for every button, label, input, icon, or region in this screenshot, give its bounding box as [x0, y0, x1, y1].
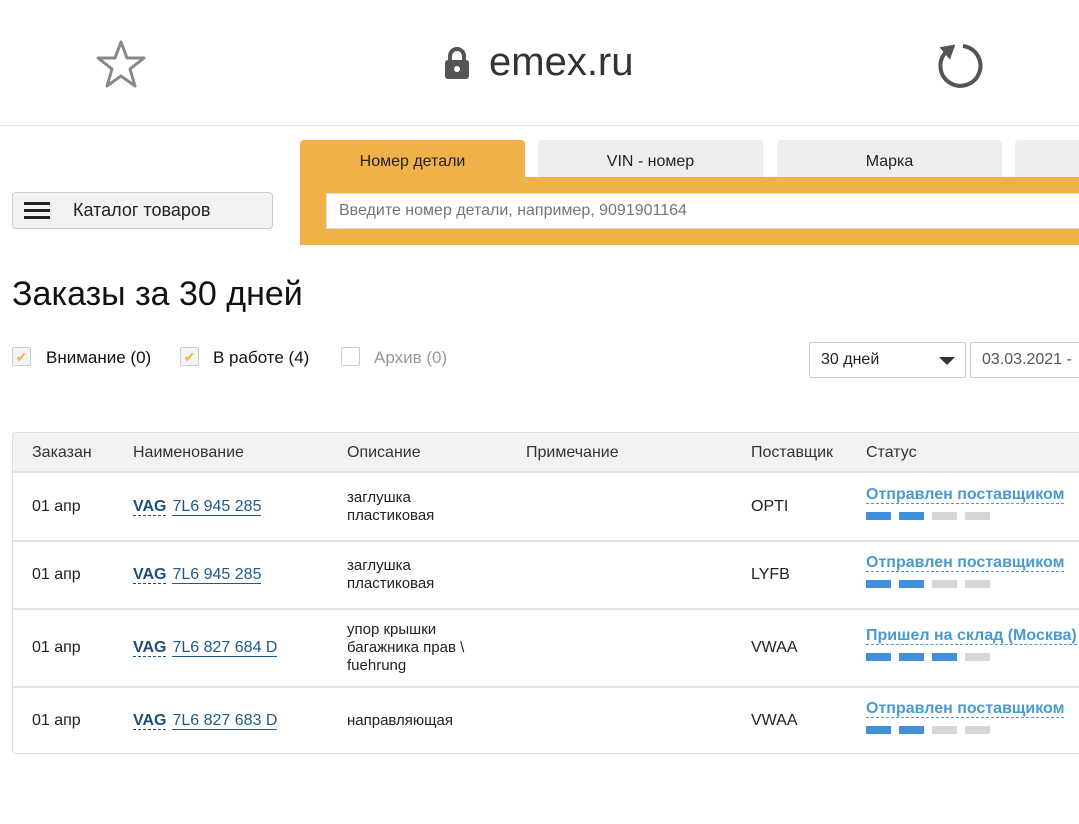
progress-step — [932, 653, 957, 661]
part-number-link[interactable]: 7L6 945 285 — [172, 497, 262, 516]
progress-step — [932, 580, 957, 588]
status-progress — [866, 580, 1064, 588]
order-date: 01 апр — [32, 497, 81, 515]
progress-step — [965, 726, 990, 734]
status-progress — [866, 511, 1064, 520]
header-description: Описание — [347, 444, 421, 461]
progress-step — [965, 653, 990, 661]
table-row: 01 апр VAG 7L6 945 285 заглушка пластиков… — [13, 471, 1079, 540]
status-link[interactable]: Отправлен поставщиком — [866, 700, 1065, 718]
order-date: 01 апр — [32, 639, 81, 656]
attention-checkbox[interactable]: ✔ — [12, 347, 31, 366]
part-number-link[interactable]: 7L6 827 683 D — [172, 712, 278, 730]
progress-step — [899, 726, 924, 734]
archive-label[interactable]: Архив (0) — [374, 348, 447, 368]
supplier: VWAA — [751, 639, 798, 656]
progress-step — [866, 511, 891, 520]
table-header: Заказан Наименование Описание Примечание… — [13, 433, 1079, 472]
progress-step — [899, 580, 924, 588]
table-row: 01 апр VAG 7L6 827 683 D направляющая VWA… — [13, 686, 1079, 753]
tab-vin[interactable]: VIN - номер — [538, 140, 763, 178]
status-link[interactable]: Отправлен поставщиком — [866, 554, 1065, 572]
tab-brand[interactable]: Марка — [777, 140, 1002, 178]
progress-step — [965, 580, 990, 588]
archive-checkbox[interactable] — [341, 347, 360, 366]
progress-step — [932, 511, 957, 520]
in-progress-label[interactable]: В работе (4) — [213, 348, 309, 368]
brand-link[interactable]: VAG — [133, 712, 167, 730]
header-supplier: Поставщик — [751, 444, 834, 461]
reload-icon[interactable] — [933, 38, 987, 92]
orders-table: Заказан Наименование Описание Примечание… — [12, 432, 1079, 754]
period-value: 30 дней — [821, 351, 880, 368]
attention-label[interactable]: Внимание (0) — [46, 348, 151, 368]
catalog-label: Каталог товаров — [73, 200, 211, 220]
status-link[interactable]: Отправлен поставщиком — [866, 485, 1065, 504]
lock-icon — [445, 47, 469, 79]
order-date: 01 апр — [32, 712, 81, 729]
page-title: Заказы за 30 дней — [12, 275, 303, 313]
description: направляющая — [347, 712, 453, 729]
header-note: Примечание — [526, 444, 619, 461]
header-name: Наименование — [133, 444, 244, 461]
menu-icon — [24, 202, 50, 220]
order-date: 01 апр — [32, 566, 81, 583]
progress-step — [899, 653, 924, 661]
catalog-button[interactable]: Каталог товаров — [12, 192, 273, 229]
status-progress — [866, 653, 1077, 661]
progress-step — [866, 580, 891, 588]
brand-link[interactable]: VAG — [133, 639, 167, 657]
date-range-input[interactable]: 03.03.2021 - — [970, 342, 1079, 378]
header-date: Заказан — [32, 444, 92, 461]
period-select[interactable]: 30 дней — [809, 342, 966, 378]
header-status: Статус — [866, 444, 917, 461]
tab-more[interactable] — [1015, 140, 1079, 178]
progress-step — [899, 511, 924, 520]
supplier: LYFB — [751, 566, 790, 583]
description: упор крышки багажника прав \ fuehrung — [347, 621, 465, 674]
supplier: VWAA — [751, 712, 798, 729]
supplier: OPTI — [751, 497, 789, 515]
progress-step — [965, 511, 990, 520]
table-row: 01 апр VAG 7L6 945 285 заглушка пластиков… — [13, 540, 1079, 608]
brand-link[interactable]: VAG — [133, 566, 167, 584]
star-icon[interactable] — [94, 38, 148, 92]
brand-link[interactable]: VAG — [133, 497, 167, 516]
description: заглушка пластиковая — [347, 488, 435, 524]
part-number-link[interactable]: 7L6 945 285 — [172, 566, 262, 584]
part-number-link[interactable]: 7L6 827 684 D — [172, 639, 278, 657]
browser-toolbar: emex.ru — [0, 0, 1079, 126]
status-link[interactable]: Пришел на склад (Москва) — [866, 627, 1077, 645]
tab-part-number[interactable]: Номер детали — [300, 140, 525, 178]
part-number-search-input[interactable] — [326, 193, 1079, 229]
url-text[interactable]: emex.ru — [489, 40, 634, 85]
chevron-down-icon — [939, 357, 955, 365]
progress-step — [866, 726, 891, 734]
in-progress-checkbox[interactable]: ✔ — [180, 347, 199, 366]
progress-step — [932, 726, 957, 734]
status-progress — [866, 726, 1064, 734]
table-row: 01 апр VAG 7L6 827 684 D упор крышки бага… — [13, 608, 1079, 686]
description: заглушка пластиковая — [347, 557, 435, 592]
progress-step — [866, 653, 891, 661]
